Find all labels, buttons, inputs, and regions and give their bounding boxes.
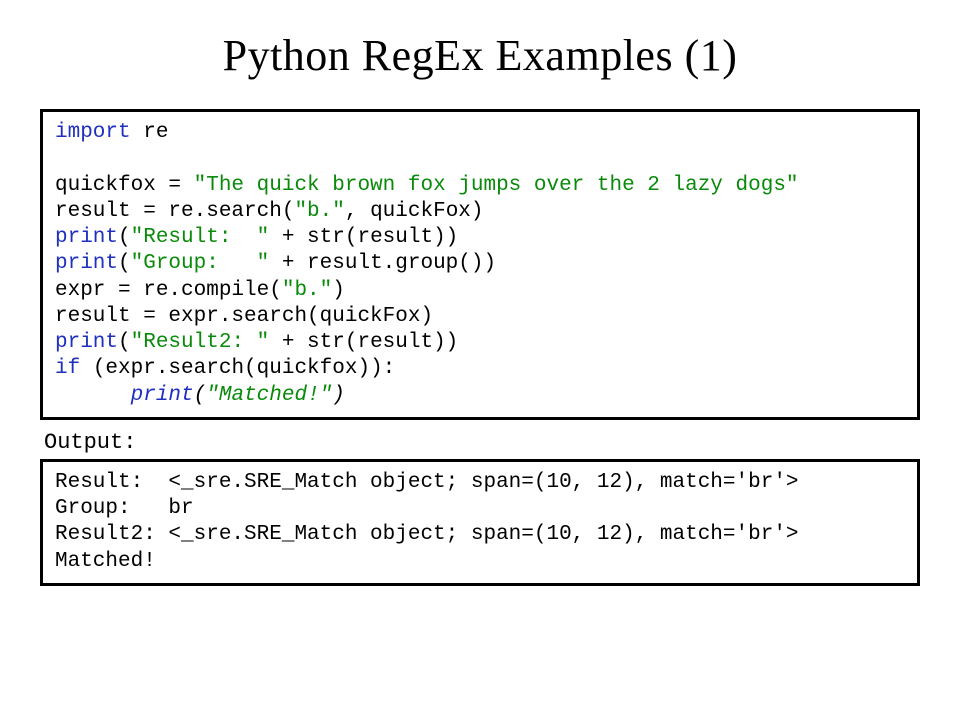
output-line: Result2: <_sre.SRE_Match object; span=(1…: [55, 523, 799, 546]
code-string: "b.": [282, 279, 332, 302]
output-line: Group: br: [55, 497, 194, 520]
code-blank: [55, 147, 68, 170]
code-string: "Matched!": [206, 384, 332, 407]
code-text: expr = re.compile(: [55, 279, 282, 302]
code-keyword: print: [55, 331, 118, 354]
code-text: , quickFox): [345, 200, 484, 223]
output-line: Result: <_sre.SRE_Match object; span=(10…: [55, 471, 799, 494]
code-keyword: import: [55, 121, 131, 144]
code-string: "b.": [294, 200, 344, 223]
code-text: result = re.search(: [55, 200, 294, 223]
code-text: + result.group()): [269, 252, 496, 275]
code-text: (: [118, 252, 131, 275]
code-text: (: [194, 384, 207, 407]
output-block: Result: <_sre.SRE_Match object; span=(10…: [40, 459, 920, 586]
code-keyword: print: [55, 252, 118, 275]
code-string: "The quick brown fox jumps over the 2 la…: [194, 174, 799, 197]
code-string: "Result2: ": [131, 331, 270, 354]
code-text: ): [332, 279, 345, 302]
code-text: ): [332, 384, 345, 407]
slide-title: Python RegEx Examples (1): [40, 30, 920, 81]
code-text: (: [118, 226, 131, 249]
code-string: "Group: ": [131, 252, 270, 275]
code-text: + str(result)): [269, 226, 458, 249]
code-block: import re quickfox = "The quick brown fo…: [40, 109, 920, 420]
code-text: quickfox =: [55, 174, 194, 197]
code-keyword: print: [55, 226, 118, 249]
code-text: result = expr.search(quickFox): [55, 305, 433, 328]
code-text: (: [118, 331, 131, 354]
code-text: re: [131, 121, 169, 144]
code-keyword: print: [131, 384, 194, 407]
output-label: Output:: [44, 430, 920, 455]
code-text: + str(result)): [269, 331, 458, 354]
code-string: "Result: ": [131, 226, 270, 249]
output-line: Matched!: [55, 550, 156, 573]
code-text: (expr.search(quickfox)):: [80, 357, 395, 380]
code-indent: [55, 384, 131, 407]
slide: Python RegEx Examples (1) import re quic…: [0, 0, 960, 606]
code-keyword: if: [55, 357, 80, 380]
